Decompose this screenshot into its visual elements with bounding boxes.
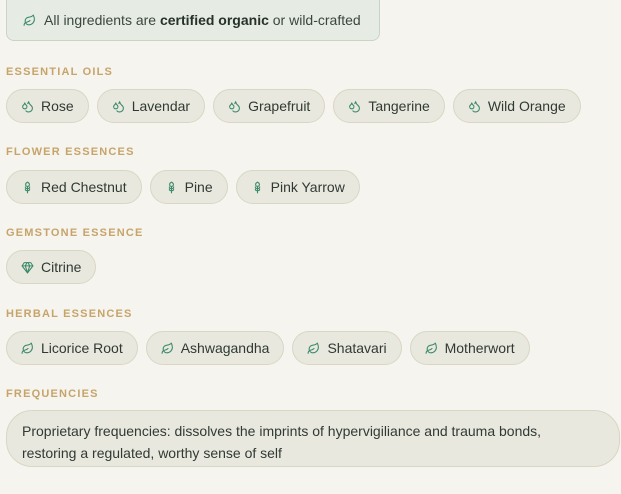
organic-banner: All ingredients are certified organic or… bbox=[6, 0, 380, 41]
droplets-icon bbox=[21, 100, 34, 113]
banner-text: All ingredients are certified organic or… bbox=[44, 12, 361, 28]
flower-icon bbox=[21, 181, 34, 194]
leaf-icon bbox=[425, 342, 438, 355]
chip-ashwagandha[interactable]: Ashwagandha bbox=[145, 331, 285, 365]
chip-group-flower-essences: Red Chestnut Pine Pink Yarrow bbox=[6, 170, 360, 204]
banner-emphasis: certified organic bbox=[159, 12, 269, 28]
droplets-icon bbox=[112, 100, 125, 113]
chip-rose[interactable]: Rose bbox=[6, 89, 89, 123]
chip-red-chestnut[interactable]: Red Chestnut bbox=[6, 170, 142, 204]
chip-group-herbal-essences: Licorice Root Ashwagandha Shatavari Moth… bbox=[6, 331, 530, 365]
leaf-icon bbox=[307, 342, 320, 355]
droplets-icon bbox=[468, 100, 481, 113]
chip-motherwort[interactable]: Motherwort bbox=[409, 331, 530, 365]
chip-tangerine[interactable]: Tangerine bbox=[333, 89, 445, 123]
leaf-icon bbox=[21, 342, 34, 355]
section-title-flower-essences: FLOWER ESSENCES bbox=[6, 146, 135, 158]
section-title-essential-oils: ESSENTIAL OILS bbox=[6, 66, 114, 78]
frequencies-description: Proprietary frequencies: dissolves the i… bbox=[6, 410, 620, 467]
section-title-herbal-essences: HERBAL ESSENCES bbox=[6, 308, 133, 320]
chip-licorice-root[interactable]: Licorice Root bbox=[6, 331, 138, 365]
droplets-icon bbox=[348, 100, 361, 113]
chip-pine[interactable]: Pine bbox=[149, 170, 228, 204]
chip-group-gemstone-essence: Citrine bbox=[6, 250, 97, 284]
section-title-gemstone-essence: GEMSTONE ESSENCE bbox=[6, 227, 144, 239]
chip-citrine[interactable]: Citrine bbox=[6, 250, 97, 284]
gem-icon bbox=[21, 261, 34, 274]
chip-pink-yarrow[interactable]: Pink Yarrow bbox=[235, 170, 360, 204]
section-title-frequencies: FREQUENCIES bbox=[6, 388, 99, 400]
droplets-icon bbox=[228, 100, 241, 113]
leaf-icon bbox=[161, 342, 174, 355]
chip-grapefruit[interactable]: Grapefruit bbox=[213, 89, 326, 123]
chip-group-essential-oils: Rose Lavendar Grapefruit Tangerine Wild … bbox=[6, 89, 581, 123]
chip-lavendar[interactable]: Lavendar bbox=[96, 89, 206, 123]
flower-icon bbox=[251, 181, 264, 194]
flower-icon bbox=[165, 181, 178, 194]
leaf-icon bbox=[23, 14, 36, 27]
chip-shatavari[interactable]: Shatavari bbox=[292, 331, 402, 365]
chip-wild-orange[interactable]: Wild Orange bbox=[452, 89, 581, 123]
